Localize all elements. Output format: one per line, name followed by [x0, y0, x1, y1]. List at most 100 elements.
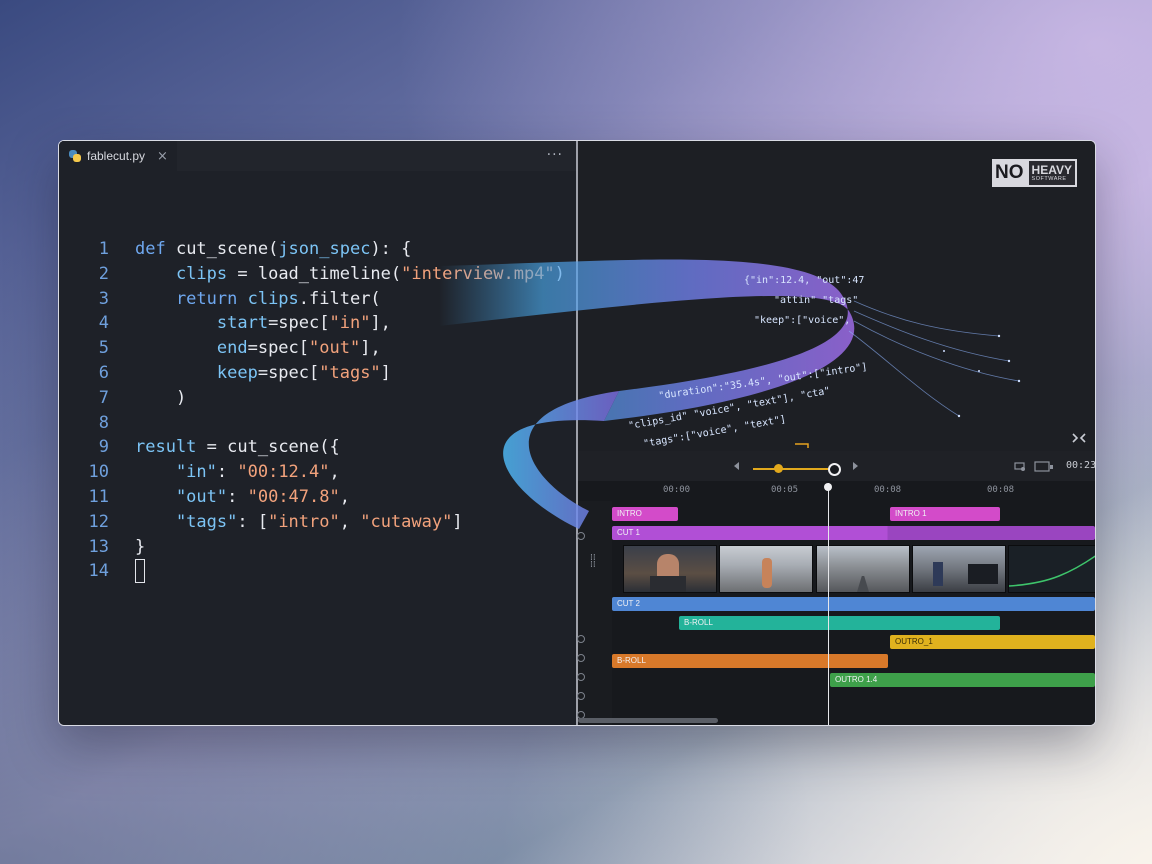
- code-token: "cutaway": [360, 511, 453, 532]
- code-lines[interactable]: 1 def cut_scene(json_spec): {2 clips = lo…: [59, 237, 577, 584]
- monitor-icon[interactable]: [1034, 461, 1054, 472]
- code-line[interactable]: 3 return clips.filter(: [59, 287, 577, 312]
- code-token: }: [135, 536, 146, 557]
- code-token: =: [227, 263, 258, 284]
- code-token: cut_scene(: [175, 239, 279, 259]
- code-line[interactable]: 7 ): [59, 386, 577, 411]
- ruler-tick: 00:08: [987, 485, 1015, 495]
- logo: NO HEAVY SOFTWARE: [992, 159, 1077, 187]
- code-token: result: [135, 437, 197, 458]
- code-token: "interview.mp4": [401, 263, 555, 284]
- code-line[interactable]: 1 def cut_scene(json_spec): {: [59, 237, 577, 262]
- code-token: "tags": [319, 362, 381, 383]
- playhead-handle[interactable]: [824, 483, 832, 491]
- code-line[interactable]: 2 clips = load_timeline("interview.mp4"): [59, 262, 577, 287]
- code-token: :: [216, 462, 238, 483]
- zoom-slider-end[interactable]: [828, 463, 841, 476]
- code-token: clips: [247, 288, 299, 309]
- line-number: 7: [98, 387, 109, 408]
- code-line[interactable]: 9 result = cut_scene({: [59, 435, 577, 460]
- line-number: 4: [98, 313, 109, 334]
- line-number: 5: [98, 338, 109, 359]
- clip-intro-1[interactable]: INTRO 1: [890, 507, 1000, 521]
- code-line[interactable]: 12 "tags": ["intro", "cutaway"]: [59, 510, 577, 535]
- code-token: ): [554, 263, 565, 284]
- time-ruler[interactable]: 00:00 00:05 00:08 00:08: [613, 485, 1095, 501]
- code-token: =spec[: [257, 362, 320, 383]
- code-line[interactable]: 10 "in": "00:12.4",: [59, 460, 577, 485]
- thumbnail: [1008, 545, 1095, 593]
- code-token: ],: [360, 338, 381, 359]
- code-token: keep: [135, 362, 258, 383]
- next-icon[interactable]: [852, 461, 860, 471]
- thumbnail: [816, 545, 910, 593]
- text-cursor: [135, 559, 145, 584]
- more-actions-icon[interactable]: ···: [547, 147, 563, 163]
- clip-outro[interactable]: OUTRO_1: [890, 635, 1095, 649]
- prev-icon[interactable]: [732, 461, 740, 471]
- code-line[interactable]: 8: [59, 411, 577, 436]
- logo-heavy-text: HEAVY: [1031, 162, 1072, 177]
- line-number: 14: [88, 561, 109, 582]
- line-number: 2: [98, 263, 109, 284]
- screen-icon[interactable]: [1014, 462, 1026, 472]
- code-token: ): {: [370, 239, 412, 259]
- code-token: .filter(: [298, 288, 381, 309]
- timeline: 00:23 00:00 00:05 00:08 00:08 ⁞⁞ ⁞⁞ INTRO…: [577, 451, 1095, 725]
- track-toggle[interactable]: [577, 635, 585, 643]
- zoom-slider-knob[interactable]: [774, 464, 783, 473]
- code-line[interactable]: 6 keep=spec["tags"]: [59, 361, 577, 386]
- code-token: end: [135, 338, 248, 359]
- tab-bar: fablecut.py × ···: [59, 141, 577, 171]
- code-token: "00:12.4": [237, 462, 330, 483]
- close-icon[interactable]: ×: [157, 149, 168, 164]
- video-thumbnail-strip[interactable]: [623, 545, 1095, 593]
- code-token: =: [196, 437, 228, 458]
- zoom-slider[interactable]: [753, 468, 835, 470]
- code-token: cut_scene({: [227, 437, 340, 458]
- clip-b-roll[interactable]: B-ROLL: [679, 616, 1000, 630]
- code-line[interactable]: 5 end=spec["out"],: [59, 336, 577, 361]
- code-line[interactable]: 4 start=spec["in"],: [59, 311, 577, 336]
- code-editor: fablecut.py × ··· 1 def cut_scene(json_sp…: [59, 141, 577, 725]
- clip-cut-1[interactable]: CUT 1: [612, 526, 1095, 540]
- clip-outro-2[interactable]: OUTRO 1.4: [830, 673, 1095, 687]
- drag-handle-icon[interactable]: ⁞⁞ ⁞⁞: [590, 554, 596, 570]
- playhead[interactable]: [828, 483, 829, 725]
- timeline-toolbar: 00:23: [578, 451, 1095, 481]
- track-gutter: ⁞⁞ ⁞⁞: [577, 501, 612, 725]
- line-number: 1: [98, 239, 109, 259]
- track-toggle[interactable]: [577, 673, 585, 681]
- track-toggle[interactable]: [577, 654, 585, 662]
- collapse-icon[interactable]: [1072, 433, 1086, 443]
- code-line[interactable]: 13}: [59, 535, 577, 560]
- code-token: clips: [135, 263, 228, 284]
- line-number: 10: [88, 462, 109, 483]
- ruler-tick: 00:05: [771, 485, 799, 495]
- logo-no: NO: [992, 159, 1027, 187]
- horizontal-scrollbar[interactable]: [578, 718, 718, 723]
- track-toggle[interactable]: [577, 532, 585, 540]
- clip-intro[interactable]: INTRO: [612, 507, 678, 521]
- line-number: 13: [88, 536, 109, 557]
- code-line[interactable]: 11 "out": "00:47.8",: [59, 485, 577, 510]
- code-token: ,: [339, 511, 361, 532]
- code-token: start: [135, 313, 269, 334]
- line-number: 3: [98, 288, 109, 309]
- code-token: :: [227, 486, 248, 507]
- line-number: 8: [98, 412, 109, 433]
- logo-heavy: HEAVY SOFTWARE: [1026, 159, 1077, 187]
- code-token: "tags": [135, 511, 238, 532]
- clip-cut-2[interactable]: CUT 2: [612, 597, 1095, 611]
- app-window: fablecut.py × ··· 1 def cut_scene(json_sp…: [58, 140, 1096, 726]
- tab-fablecut[interactable]: fablecut.py ×: [59, 141, 177, 171]
- ruler-tick: 00:00: [663, 485, 691, 495]
- clip-b-roll-2[interactable]: B-ROLL: [612, 654, 888, 668]
- track-toggle[interactable]: [577, 692, 585, 700]
- line-number: 6: [98, 362, 109, 383]
- thumbnail: [623, 545, 717, 593]
- code-line[interactable]: 14: [59, 559, 577, 584]
- code-token: load_timeline(: [257, 263, 402, 284]
- time-readout: 00:23: [1066, 460, 1096, 471]
- code-token: def: [135, 239, 176, 259]
